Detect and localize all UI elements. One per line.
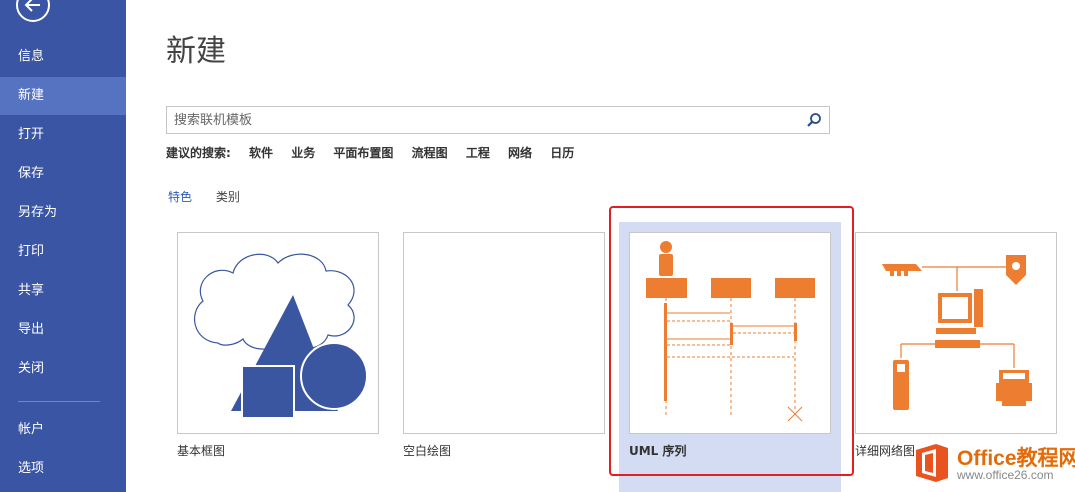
- basic-shapes-icon: [194, 253, 368, 419]
- network-diagram-icon: [882, 255, 1032, 410]
- backstage-sidebar: 信息 新建 打开 保存 另存为 打印 共享 导出 关闭 帐户 选项: [0, 0, 126, 492]
- nav-account[interactable]: 帐户: [0, 411, 126, 449]
- watermark-url: www.office26.com: [957, 468, 1054, 482]
- tab-categories[interactable]: 类别: [216, 188, 240, 205]
- template-blank-drawing[interactable]: [403, 232, 605, 434]
- template-label-basic-diagram: 基本框图: [177, 444, 226, 458]
- nav-new[interactable]: 新建: [0, 77, 126, 115]
- back-button[interactable]: [16, 0, 50, 22]
- nav-export[interactable]: 导出: [0, 311, 126, 349]
- template-search-box: [166, 106, 830, 134]
- suggest-link-network[interactable]: 网络: [508, 144, 532, 161]
- suggest-link-engineering[interactable]: 工程: [466, 144, 490, 161]
- watermark: Office教程网 www.office26.com: [912, 440, 1075, 486]
- template-label-blank-drawing: 空白绘图: [403, 444, 452, 458]
- suggest-link-business[interactable]: 业务: [291, 144, 315, 161]
- template-search-input[interactable]: [167, 107, 797, 133]
- nav-info[interactable]: 信息: [0, 38, 126, 76]
- nav-save-as[interactable]: 另存为: [0, 194, 126, 232]
- search-icon[interactable]: [806, 112, 822, 128]
- nav-close[interactable]: 关闭: [0, 350, 126, 388]
- page-title: 新建: [166, 34, 226, 69]
- suggest-link-flowchart[interactable]: 流程图: [412, 144, 448, 161]
- suggested-searches: 建议的搜索: 软件 业务 平面布置图 流程图 工程 网络 日历: [166, 144, 588, 161]
- template-basic-diagram[interactable]: [177, 232, 379, 434]
- template-uml-sequence[interactable]: [629, 232, 831, 434]
- nav-open[interactable]: 打开: [0, 116, 126, 154]
- office-logo-icon: [916, 444, 948, 482]
- template-detailed-network[interactable]: [855, 232, 1057, 434]
- template-label-detailed-network: 详细网络图: [855, 444, 916, 458]
- suggest-link-calendar[interactable]: 日历: [550, 144, 574, 161]
- nav-divider: [18, 401, 100, 402]
- uml-sequence-icon: [646, 241, 815, 422]
- suggest-link-software[interactable]: 软件: [249, 144, 273, 161]
- suggested-searches-label: 建议的搜索:: [166, 146, 231, 160]
- template-tabs: 特色 类别: [168, 188, 260, 205]
- template-label-uml-sequence: UML 序列: [629, 444, 687, 458]
- arrow-left-icon: [24, 0, 40, 12]
- nav-options[interactable]: 选项: [0, 450, 126, 488]
- nav-print[interactable]: 打印: [0, 233, 126, 271]
- nav-save[interactable]: 保存: [0, 155, 126, 193]
- tab-featured[interactable]: 特色: [168, 188, 192, 205]
- nav-share[interactable]: 共享: [0, 272, 126, 310]
- suggest-link-floor-plan[interactable]: 平面布置图: [333, 144, 393, 161]
